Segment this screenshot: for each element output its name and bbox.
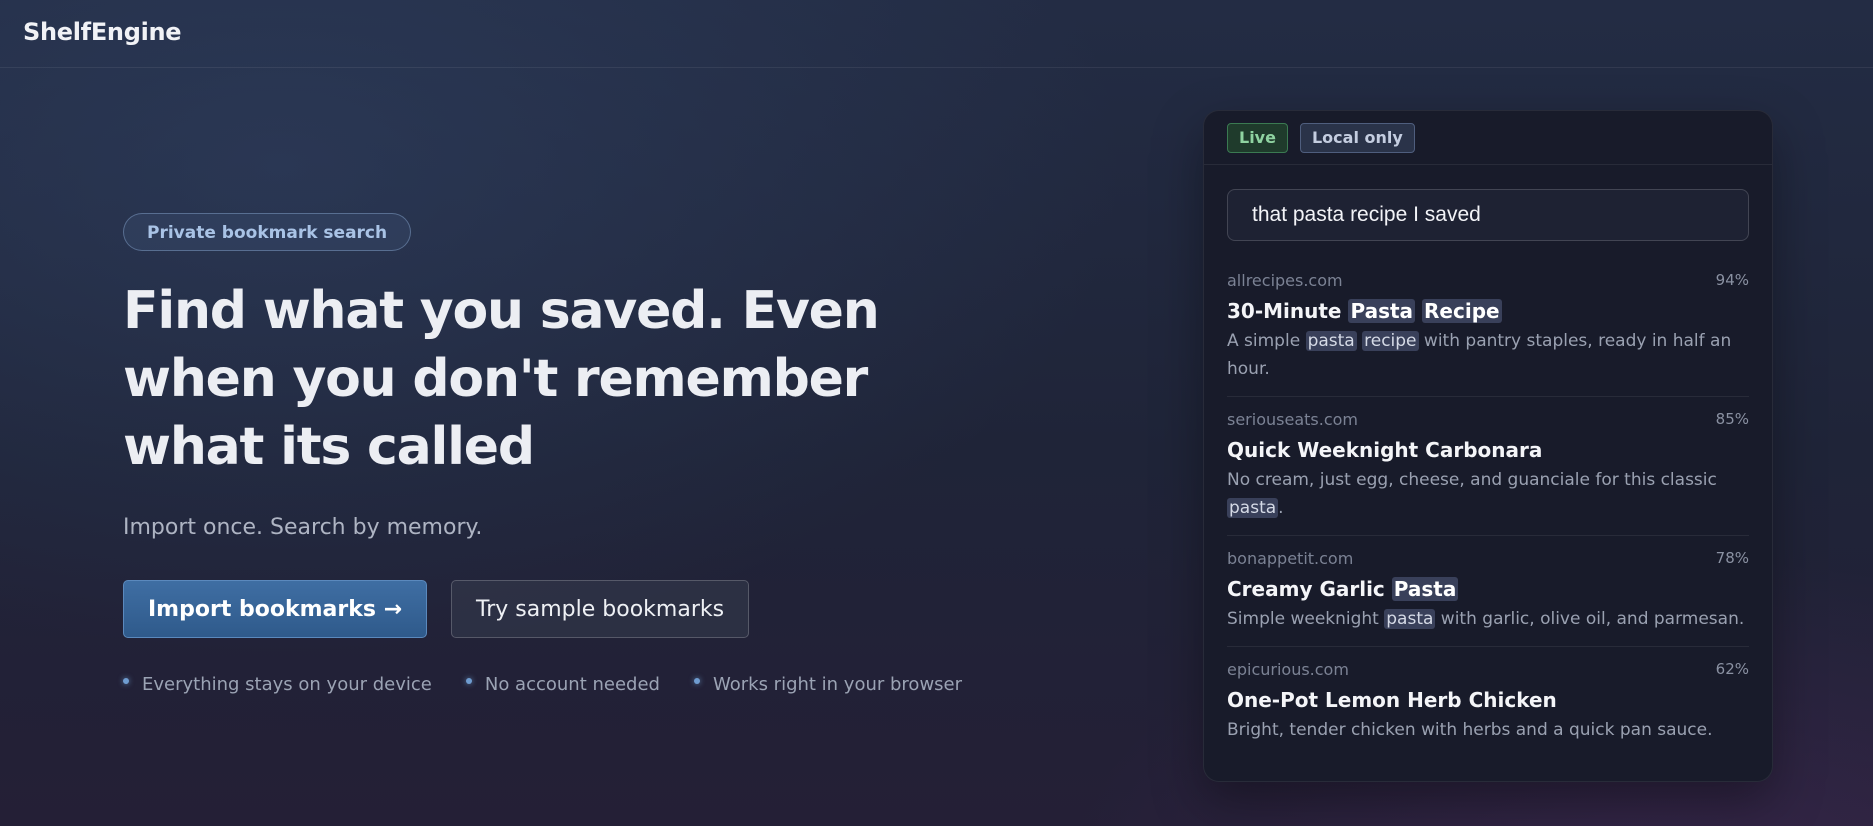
- panel-header: Live Local only: [1204, 111, 1772, 165]
- match-highlight: recipe: [1362, 331, 1419, 351]
- feature-label: Everything stays on your device: [142, 674, 432, 695]
- feature-item: Everything stays on your device: [123, 674, 432, 695]
- result-snippet: No cream, just egg, cheese, and guancial…: [1227, 466, 1749, 522]
- demo-search-panel: Live Local only that pasta recipe I save…: [1203, 110, 1773, 782]
- local-only-badge: Local only: [1299, 122, 1415, 153]
- match-highlight: pasta: [1384, 609, 1436, 629]
- feature-label: No account needed: [484, 674, 660, 695]
- result-title[interactable]: Creamy Garlic Pasta: [1227, 575, 1749, 603]
- result-domain: seriouseats.com: [1227, 410, 1358, 429]
- feature-item: No account needed: [465, 674, 660, 695]
- text-segment: Simple weeknight: [1227, 609, 1385, 629]
- feature-list: Everything stays on your device No accou…: [123, 674, 983, 695]
- text-segment: 30-Minute: [1227, 299, 1349, 323]
- live-badge: Live: [1227, 122, 1288, 153]
- text-segment: One-Pot Lemon Herb Chicken: [1227, 688, 1557, 712]
- bullet-dot-icon: [123, 677, 129, 684]
- result-item[interactable]: seriouseats.com 85% Quick Weeknight Carbon…: [1227, 410, 1749, 536]
- text-segment: with garlic, olive oil, and parmesan.: [1435, 609, 1745, 629]
- match-highlight: pasta: [1305, 331, 1357, 351]
- search-input[interactable]: that pasta recipe I saved: [1227, 189, 1749, 241]
- result-domain: allrecipes.com: [1227, 271, 1343, 290]
- result-score: 78%: [1715, 549, 1749, 567]
- top-bar: ShelfEngine: [0, 0, 1873, 68]
- feature-label: Works right in your browser: [712, 674, 963, 695]
- match-highlight: Pasta: [1391, 577, 1459, 601]
- match-highlight: pasta: [1227, 498, 1279, 518]
- hero-subline: Import once. Search by memory.: [123, 515, 483, 540]
- brand-logo[interactable]: ShelfEngine: [23, 18, 182, 46]
- result-snippet: Simple weeknight pasta with garlic, oliv…: [1227, 605, 1749, 633]
- text-segment: .: [1278, 498, 1284, 518]
- text-segment: Creamy Garlic: [1227, 577, 1392, 601]
- hero-pill: Private bookmark search: [123, 213, 412, 251]
- result-item[interactable]: bonappetit.com 78% Creamy Garlic Pasta Simp…: [1227, 549, 1749, 647]
- hero-section: Private bookmark search Find what you sa…: [123, 213, 983, 695]
- result-title[interactable]: 30-Minute Pasta Recipe: [1227, 297, 1749, 325]
- match-highlight: Recipe: [1422, 299, 1502, 323]
- result-title[interactable]: Quick Weeknight Carbonara: [1227, 436, 1749, 464]
- result-title[interactable]: One-Pot Lemon Herb Chicken: [1227, 686, 1749, 714]
- result-score: 62%: [1715, 660, 1749, 678]
- result-item[interactable]: allrecipes.com 94% 30-Minute Pasta Recipe A…: [1227, 271, 1749, 397]
- text-segment: [1415, 299, 1422, 323]
- try-sample-bookmarks-button[interactable]: Try sample bookmarks: [451, 580, 750, 638]
- bullet-dot-icon: [693, 677, 700, 684]
- results-list: allrecipes.com 94% 30-Minute Pasta Recipe A…: [1227, 271, 1749, 757]
- match-highlight: Pasta: [1348, 299, 1416, 323]
- result-item[interactable]: epicurious.com 62% One-Pot Lemon Herb Chic…: [1227, 660, 1749, 757]
- feature-item: Works right in your browser: [693, 674, 963, 695]
- hero-headline: Find what you saved. Even when you don't…: [123, 281, 880, 477]
- result-snippet: Bright, tender chicken with herbs and a …: [1227, 716, 1749, 744]
- result-score: 85%: [1715, 410, 1749, 428]
- result-snippet: A simple pasta recipe with pantry staple…: [1227, 327, 1749, 383]
- result-domain: epicurious.com: [1227, 660, 1349, 679]
- cta-row: Import bookmarks → Try sample bookmarks: [123, 580, 983, 638]
- text-segment: No cream, just egg, cheese, and guancial…: [1227, 470, 1717, 490]
- import-bookmarks-button[interactable]: Import bookmarks →: [123, 580, 428, 638]
- text-segment: A simple: [1227, 331, 1306, 351]
- text-segment: Bright, tender chicken with herbs and a …: [1227, 720, 1713, 740]
- result-score: 94%: [1715, 271, 1749, 289]
- text-segment: Quick Weeknight Carbonara: [1227, 438, 1543, 462]
- result-domain: bonappetit.com: [1227, 549, 1354, 568]
- bullet-dot-icon: [465, 677, 472, 684]
